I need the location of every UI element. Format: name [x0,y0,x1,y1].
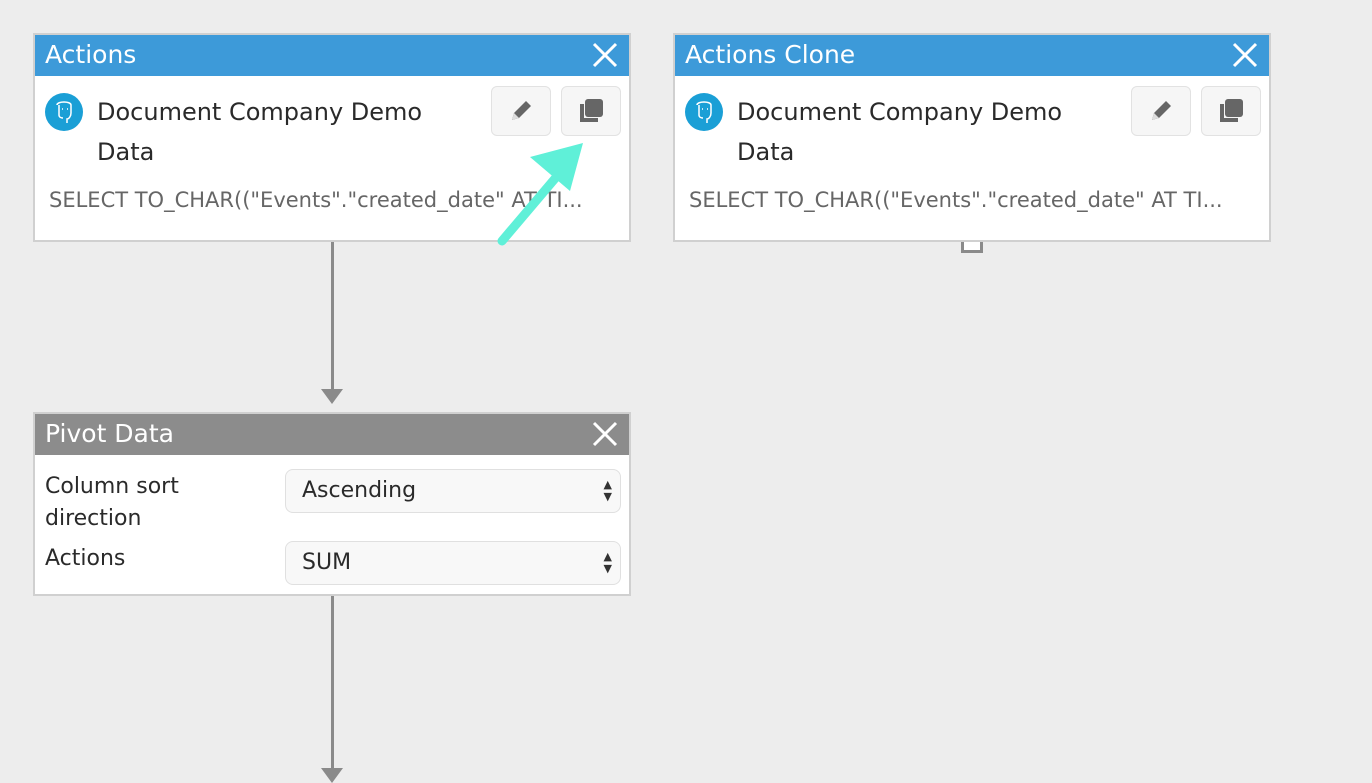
edit-button[interactable] [491,86,551,136]
node-header: Pivot Data [35,414,629,455]
annotation-arrow-icon [497,143,583,246]
actions-aggregate-select[interactable]: SUM ▲ ▼ [285,541,621,585]
pencil-icon [512,101,531,120]
clone-icon [1220,99,1243,122]
node-card-actions-clone[interactable]: Actions Clone Document Company Demo Data… [673,33,1271,242]
clone-icon [580,99,603,122]
close-icon[interactable] [591,41,619,69]
clone-button[interactable] [561,86,621,136]
node-card-pivot-data[interactable]: Pivot Data Column sort direction Ascendi… [33,412,631,596]
node-title: Actions Clone [685,40,856,69]
node-header: Actions Clone [675,35,1269,76]
connector-line [331,595,334,770]
postgresql-icon [45,93,83,131]
column-sort-direction-select[interactable]: Ascending ▲ ▼ [285,469,621,513]
select-value: Ascending [302,478,417,503]
edit-button[interactable] [1131,86,1191,136]
node-title: Pivot Data [45,419,175,448]
select-value: SUM [302,550,352,575]
field-label: Actions [45,546,126,571]
data-source-name: Document Company Demo Data [737,98,1063,166]
postgresql-icon [685,93,723,131]
node-title: Actions [45,40,137,69]
select-arrows-icon: ▲ ▼ [603,550,612,575]
data-source-name: Document Company Demo Data [97,98,423,166]
pencil-icon [1152,101,1171,120]
close-icon[interactable] [591,420,619,448]
close-icon[interactable] [1231,41,1259,69]
connector-line [331,241,334,391]
clone-button[interactable] [1201,86,1261,136]
sql-preview: SELECT TO_CHAR(("Events"."created_date" … [689,188,1223,212]
connector-arrow-icon [321,389,343,404]
select-arrows-icon: ▲ ▼ [603,478,612,503]
node-header: Actions [35,35,629,76]
connector-arrow-icon [321,768,343,783]
field-label: Column sort direction [45,474,179,531]
